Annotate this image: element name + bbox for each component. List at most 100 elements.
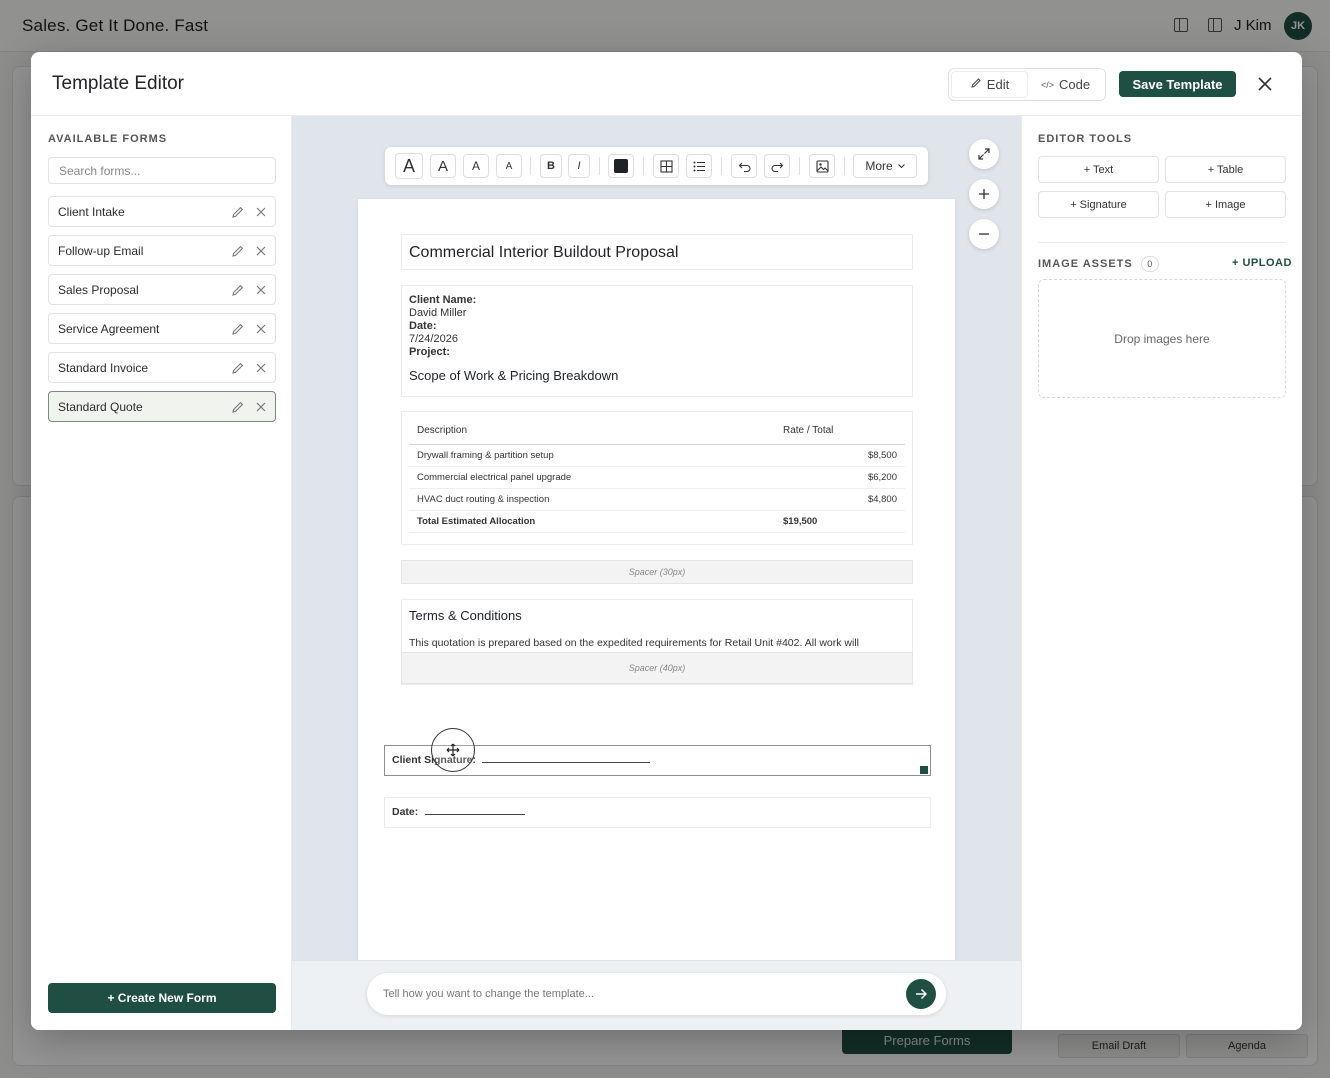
pencil-icon[interactable] bbox=[231, 322, 245, 336]
close-icon[interactable] bbox=[255, 401, 267, 413]
close-icon[interactable] bbox=[255, 245, 267, 257]
form-item-label: Client Intake bbox=[58, 204, 125, 219]
toolbar-divider bbox=[530, 157, 531, 175]
form-item-label: Follow-up Email bbox=[58, 243, 144, 258]
zoom-in-icon[interactable] bbox=[969, 179, 999, 209]
add-signature-button[interactable]: + Signature bbox=[1038, 191, 1159, 218]
add-image-button[interactable]: + Image bbox=[1165, 191, 1286, 218]
table-header-row: Description Rate / Total bbox=[409, 418, 905, 445]
table-cell: Commercial electrical panel upgrade bbox=[409, 466, 775, 489]
spacer-block[interactable]: Spacer (40px) bbox=[401, 652, 913, 684]
font-size-xl-button[interactable]: A bbox=[395, 153, 423, 179]
total-value: $19,500 bbox=[775, 510, 905, 533]
available-forms-heading: AVAILABLE FORMS bbox=[48, 133, 168, 145]
code-icon: </> bbox=[1040, 79, 1054, 90]
date-label: Date: bbox=[409, 320, 437, 332]
image-assets-label: IMAGE ASSETS bbox=[1038, 258, 1133, 270]
form-item-sales-proposal[interactable]: Sales Proposal bbox=[48, 274, 276, 305]
table-cell: Drywall framing & partition setup bbox=[409, 444, 775, 467]
bold-button[interactable]: B bbox=[540, 154, 562, 178]
upload-button[interactable]: + UPLOAD bbox=[1232, 257, 1292, 269]
table-row: Drywall framing & partition setup $8,500 bbox=[409, 444, 905, 467]
close-icon[interactable] bbox=[1255, 74, 1275, 94]
toolbar-divider bbox=[643, 157, 644, 175]
spacer-block[interactable]: Spacer (30px) bbox=[401, 560, 913, 584]
table-cell: $6,200 bbox=[775, 466, 905, 489]
more-button[interactable]: More bbox=[853, 154, 917, 178]
form-item-client-intake[interactable]: Client Intake bbox=[48, 196, 276, 227]
form-item-label: Standard Invoice bbox=[58, 360, 149, 375]
close-icon[interactable] bbox=[255, 206, 267, 218]
font-size-md-button[interactable]: A bbox=[463, 154, 489, 178]
document-page: Commercial Interior Buildout Proposal Cl… bbox=[358, 199, 955, 962]
toolbar-divider bbox=[721, 157, 722, 175]
resize-handle[interactable] bbox=[920, 766, 928, 774]
toolbar-divider bbox=[599, 157, 600, 175]
form-item-standard-quote[interactable]: Standard Quote bbox=[48, 391, 276, 422]
mode-toggle: Edit </> Code bbox=[948, 68, 1106, 101]
save-template-button[interactable]: Save Template bbox=[1119, 71, 1236, 97]
add-table-button[interactable]: + Table bbox=[1165, 156, 1286, 183]
pencil-icon[interactable] bbox=[231, 400, 245, 414]
font-size-sm-button[interactable]: A bbox=[496, 154, 522, 178]
pencil-icon[interactable] bbox=[231, 244, 245, 258]
image-dropzone[interactable]: Drop images here bbox=[1038, 279, 1286, 398]
table-total-row: Total Estimated Allocation $19,500 bbox=[409, 510, 905, 533]
title-block[interactable]: Commercial Interior Buildout Proposal bbox=[401, 234, 913, 270]
close-icon[interactable] bbox=[255, 284, 267, 296]
code-mode-button[interactable]: </> Code bbox=[1028, 71, 1103, 98]
terms-title: Terms & Conditions bbox=[409, 608, 522, 623]
form-item-standard-invoice[interactable]: Standard Invoice bbox=[48, 352, 276, 383]
search-forms-input[interactable] bbox=[48, 157, 276, 184]
form-item-label: Sales Proposal bbox=[58, 282, 139, 297]
client-info-block[interactable]: Client Name: David Miller Date: 7/24/202… bbox=[401, 285, 913, 397]
modal-header: Template Editor Edit </> Code Save Templ… bbox=[31, 52, 1302, 116]
date-line-block[interactable]: Date: bbox=[384, 797, 931, 828]
pricing-table: Description Rate / Total Drywall framing… bbox=[409, 418, 905, 533]
font-size-lg-button[interactable]: A bbox=[430, 154, 456, 178]
chat-input-wrapper bbox=[367, 973, 946, 1015]
close-icon[interactable] bbox=[255, 362, 267, 374]
chat-input[interactable] bbox=[383, 973, 883, 1015]
zoom-out-icon[interactable] bbox=[969, 219, 999, 249]
client-name-label: Client Name: bbox=[409, 294, 477, 306]
create-new-form-button[interactable]: + Create New Form bbox=[48, 983, 276, 1013]
formatting-toolbar: A A A A B I More bbox=[385, 147, 928, 185]
total-label: Total Estimated Allocation bbox=[409, 510, 775, 533]
pricing-table-block[interactable]: Description Rate / Total Drywall framing… bbox=[401, 411, 913, 545]
redo-icon[interactable] bbox=[764, 154, 790, 178]
forms-list: Client Intake Follow-up Email Sales Prop… bbox=[48, 196, 276, 430]
table-cell: $8,500 bbox=[775, 444, 905, 467]
pencil-icon[interactable] bbox=[231, 283, 245, 297]
list-icon[interactable] bbox=[686, 154, 712, 178]
table-header-rate: Rate / Total bbox=[775, 418, 905, 445]
color-swatch-icon bbox=[614, 159, 628, 173]
fullscreen-icon[interactable] bbox=[969, 139, 999, 169]
edit-mode-button[interactable]: Edit bbox=[951, 71, 1028, 98]
close-icon[interactable] bbox=[255, 323, 267, 335]
pencil-icon[interactable] bbox=[231, 361, 245, 375]
form-item-follow-up-email[interactable]: Follow-up Email bbox=[48, 235, 276, 266]
table-icon[interactable] bbox=[653, 154, 679, 178]
form-item-label: Standard Quote bbox=[58, 399, 143, 414]
undo-icon[interactable] bbox=[731, 154, 757, 178]
add-text-button[interactable]: + Text bbox=[1038, 156, 1159, 183]
text-color-button[interactable] bbox=[608, 154, 634, 178]
editor-tools-panel: EDITOR TOOLS + Text + Table + Signature … bbox=[1021, 116, 1302, 1030]
image-assets-heading: IMAGE ASSETS 0 bbox=[1038, 256, 1159, 272]
pencil-icon bbox=[970, 77, 982, 92]
table-cell: $4,800 bbox=[775, 488, 905, 511]
table-header-description: Description bbox=[409, 418, 775, 445]
forms-panel: AVAILABLE FORMS Client Intake Follow-up … bbox=[31, 116, 292, 1030]
image-icon[interactable] bbox=[809, 154, 835, 178]
editor-canvas: A A A A B I More Commercial Interior Bui… bbox=[292, 116, 1021, 1030]
more-label: More bbox=[865, 159, 893, 173]
form-item-label: Service Agreement bbox=[58, 321, 160, 336]
date-line bbox=[425, 814, 525, 815]
toolbar-divider bbox=[799, 157, 800, 175]
move-icon[interactable] bbox=[431, 728, 475, 772]
form-item-service-agreement[interactable]: Service Agreement bbox=[48, 313, 276, 344]
pencil-icon[interactable] bbox=[231, 205, 245, 219]
send-button[interactable] bbox=[906, 979, 936, 1009]
italic-button[interactable]: I bbox=[568, 154, 590, 178]
